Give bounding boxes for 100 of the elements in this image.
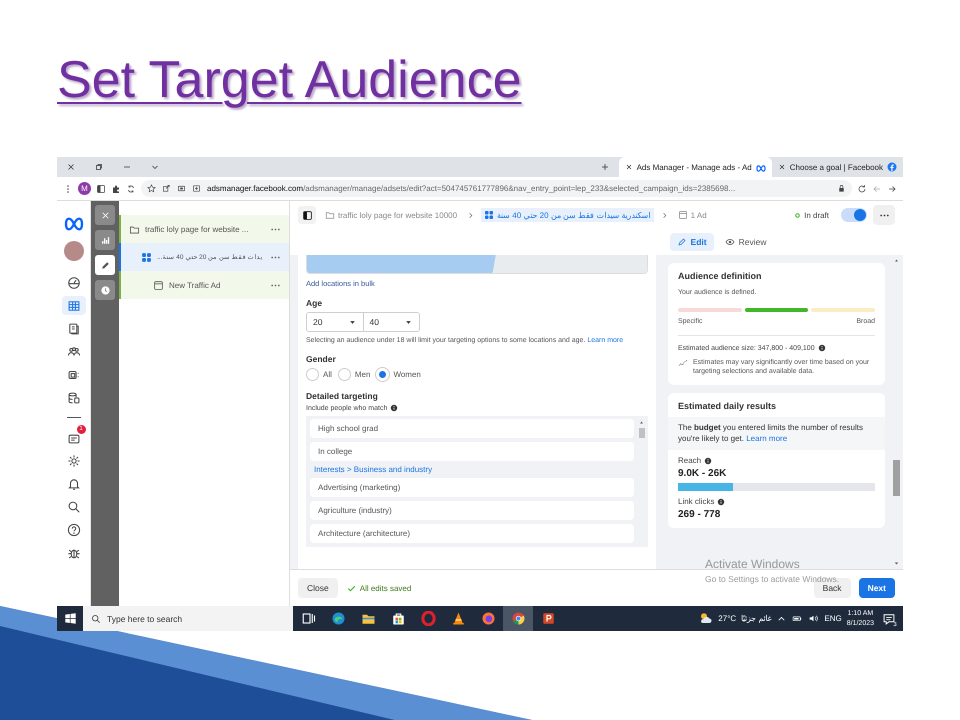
- chrome-browser-icon: [510, 611, 526, 626]
- download-icon: [192, 184, 201, 193]
- windows-logo-icon: [64, 612, 76, 625]
- breadcrumb[interactable]: اسكندرية سيدات فقط سن من 20 حتي 40 سنة: [481, 208, 654, 222]
- mode-tab[interactable]: Edit: [670, 233, 714, 251]
- forward-button[interactable]: [887, 184, 897, 194]
- search-field[interactable]: Type here to search: [83, 606, 293, 631]
- close-icon: [778, 163, 786, 171]
- folder-icon: [129, 224, 140, 234]
- browser-tab[interactable]: Ads Manager - Manage ads - Ad: [618, 157, 772, 177]
- scroll-up-icon: [893, 257, 900, 264]
- targeting-option[interactable]: Agriculture (industry): [310, 501, 634, 520]
- info-icon: [818, 344, 826, 352]
- learn-more-link[interactable]: Learn more: [746, 434, 788, 444]
- sun-cloud-icon: [698, 611, 714, 626]
- close-icon: [66, 162, 76, 172]
- folder-icon: [325, 210, 335, 220]
- plus-icon: [600, 162, 610, 172]
- database-icon: [66, 390, 80, 404]
- metric-label: Link clicks: [678, 497, 714, 506]
- search-icon: [66, 500, 80, 514]
- profile-button[interactable]: M: [78, 182, 91, 195]
- status-dot-icon: [794, 212, 802, 218]
- facebook-logo-icon: [887, 162, 897, 172]
- side-panel-icon: [96, 184, 106, 194]
- screen-icon: [177, 184, 186, 193]
- metric-label: Reach: [678, 456, 702, 466]
- forward-arrow-icon: [887, 184, 897, 194]
- tree-item[interactable]: traffic loly page for website ...: [119, 215, 289, 243]
- gender-label: Gender: [306, 354, 337, 364]
- tool-button[interactable]: [95, 280, 115, 300]
- avatar[interactable]: [64, 241, 84, 261]
- ad-frame-icon: [678, 210, 688, 220]
- grid-icon: [141, 252, 152, 262]
- tree-item[interactable]: New Traffic Ad: [119, 271, 289, 299]
- slide-title: Set Target Audience: [57, 50, 522, 110]
- targeting-option[interactable]: Advertising (marketing): [310, 478, 634, 497]
- tree-item-label: New Traffic Ad: [169, 280, 222, 290]
- task-view-icon: [300, 611, 316, 626]
- sync-button[interactable]: [126, 184, 136, 194]
- close-icon: [100, 210, 110, 220]
- category-path[interactable]: Interests > Business and industry: [310, 465, 634, 474]
- age-min-dropdown[interactable]: 20: [307, 313, 362, 331]
- metric-value: 9.0K - 26K: [678, 468, 728, 480]
- age-max-dropdown[interactable]: 40: [362, 313, 419, 331]
- edge-browser-icon: [330, 611, 346, 626]
- tree-item-label: traffic loly page for website ...: [145, 224, 250, 234]
- settings-icon: [66, 454, 80, 468]
- next-button[interactable]: Next: [858, 578, 895, 598]
- url-text: adsmanager.facebook.com/adsmanager/manage/adsets/edit?act=504745761777896&nav_entry_point=lep_233&selected_campaign_ids=2385698...: [207, 184, 736, 193]
- slides-app-icon: [540, 611, 556, 626]
- targeting-option[interactable]: In college: [310, 442, 634, 461]
- temperature: 27°C: [718, 614, 736, 623]
- bell-icon: [66, 476, 80, 490]
- targeting-option[interactable]: High school grad: [310, 419, 634, 438]
- toggle-switch[interactable]: [841, 208, 867, 222]
- pages-icon: [66, 322, 80, 336]
- address-bar[interactable]: adsmanager.facebook.com/adsmanager/manage/adsets/edit?act=504745761777896&nav_entry_point=lep_233&selected_campaign_ids=2385698...: [141, 180, 852, 197]
- status-indicator: In draft: [794, 210, 829, 220]
- scrollbar-thumb[interactable]: [638, 428, 644, 438]
- pencil-icon: [100, 260, 110, 270]
- scrollbar-thumb[interactable]: [893, 460, 900, 496]
- breadcrumb[interactable]: traffic loly page for website 10000: [322, 208, 460, 222]
- letter-o-icon: [420, 611, 436, 626]
- gender-radio[interactable]: Women: [376, 368, 421, 381]
- breadcrumb[interactable]: 1 Ad: [674, 208, 710, 222]
- panel-toggle-button[interactable]: [298, 206, 316, 224]
- notification-icon: [882, 612, 896, 626]
- table-icon: [66, 298, 80, 312]
- reload-button[interactable]: [857, 184, 867, 194]
- close-button[interactable]: Close: [298, 578, 338, 598]
- info-icon: [390, 404, 398, 412]
- tool-button[interactable]: [95, 255, 115, 275]
- gender-radio[interactable]: Men: [338, 368, 370, 381]
- mode-tab[interactable]: Review: [718, 233, 774, 251]
- speaker-icon: [808, 613, 820, 624]
- clock-icon: [100, 284, 110, 296]
- save-status: All edits saved: [346, 582, 412, 594]
- caret-icon: [893, 560, 900, 567]
- tool-button[interactable]: [95, 230, 115, 250]
- lock-icon: [837, 184, 846, 193]
- sidebar-button[interactable]: [96, 184, 106, 194]
- close-icon: [624, 163, 633, 171]
- store-bag-icon: [390, 611, 406, 626]
- detailed-targeting-title: Detailed targeting: [306, 391, 379, 401]
- fox-globe-icon: [480, 611, 496, 626]
- share-icon: [162, 184, 171, 193]
- nav-button[interactable]: [62, 296, 86, 315]
- star-icon: [147, 184, 156, 193]
- trend-line-icon: [678, 358, 688, 368]
- language-indicator[interactable]: ENG: [824, 614, 842, 623]
- info-icon: [704, 456, 712, 465]
- extensions-button[interactable]: [111, 184, 121, 194]
- card-title: Audience definition: [678, 271, 763, 281]
- targeting-option[interactable]: Architecture (architecture): [310, 524, 634, 543]
- reload-icon: [857, 184, 867, 194]
- card-title: Estimated daily results: [678, 400, 778, 411]
- browser-tab[interactable]: Choose a goal | Facebook: [772, 157, 903, 177]
- bar-chart-icon: [100, 234, 110, 246]
- info-icon: [717, 498, 726, 506]
